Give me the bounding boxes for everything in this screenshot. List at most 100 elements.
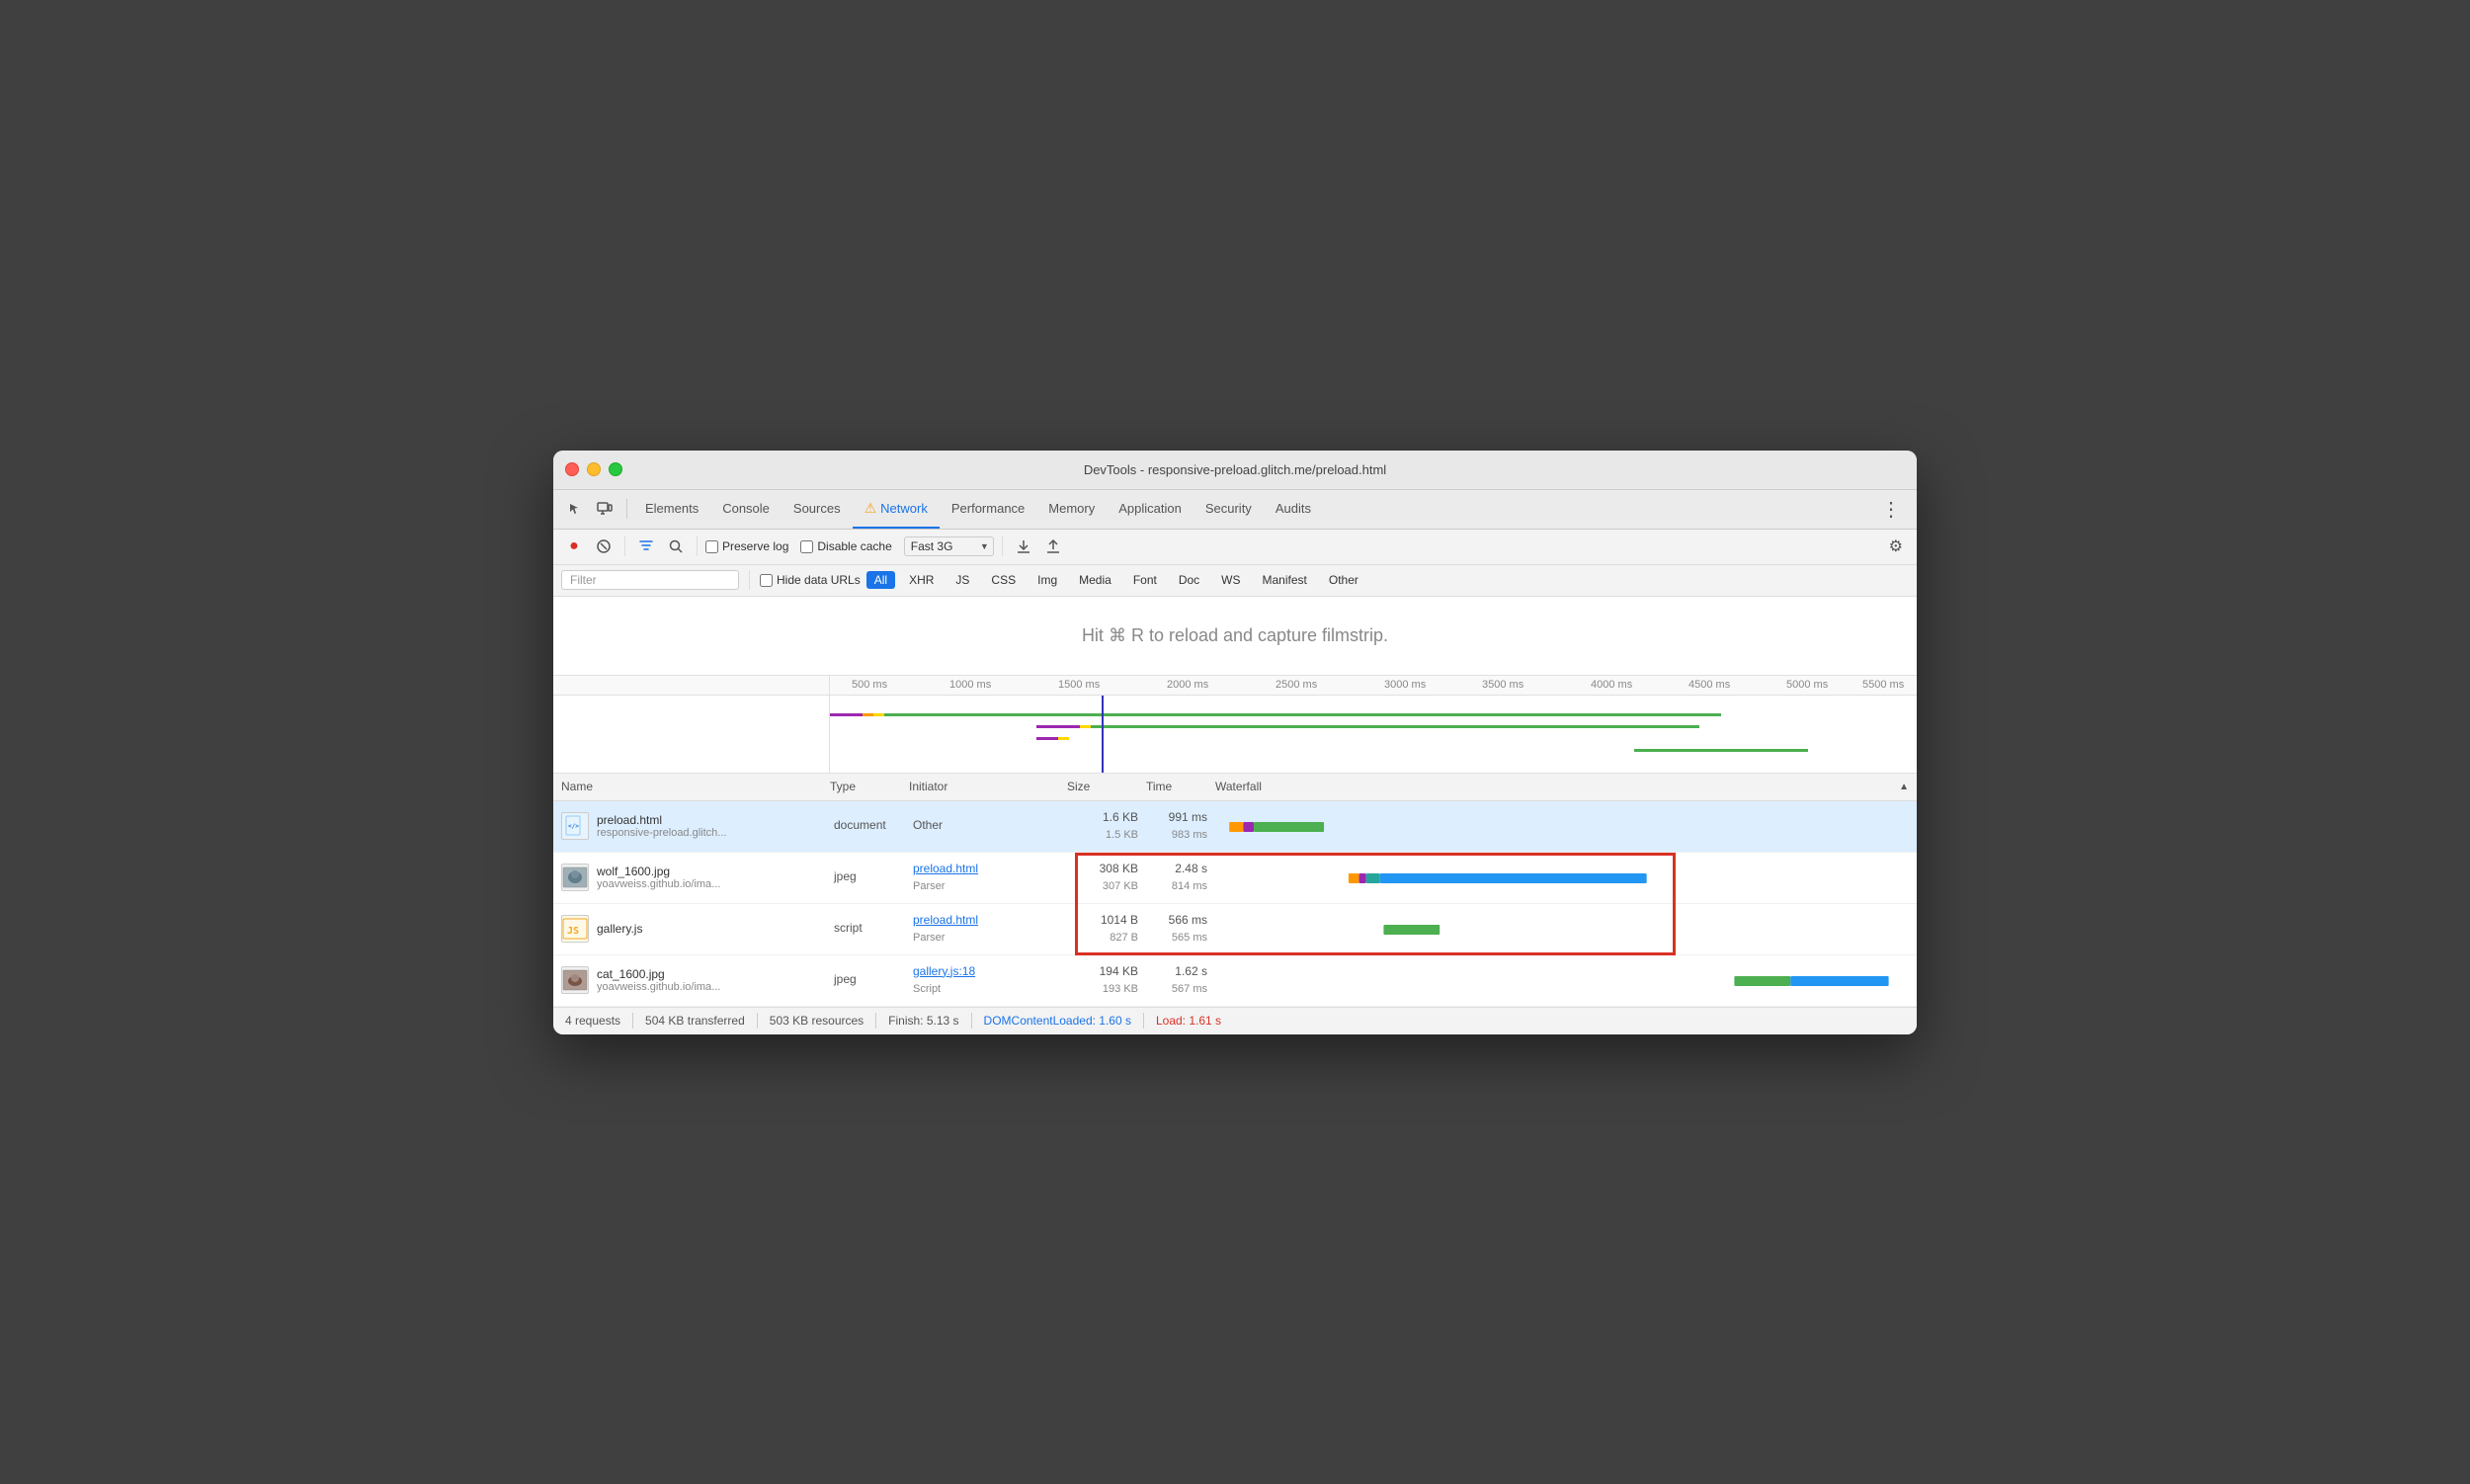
row-size: 1014 B 827 B <box>1067 904 1146 954</box>
cursor-icon[interactable] <box>561 495 589 523</box>
filter-bar: Hide data URLs All XHR JS CSS Img Media … <box>553 565 1917 597</box>
filter-icon[interactable] <box>633 534 659 559</box>
row-filename: wolf_1600.jpg <box>597 865 720 878</box>
record-button[interactable]: ● <box>561 534 587 559</box>
table-row[interactable]: cat_1600.jpg yoavweiss.github.io/ima... … <box>553 955 1917 1007</box>
row-time: 566 ms 565 ms <box>1146 904 1215 954</box>
table-row[interactable]: wolf_1600.jpg yoavweiss.github.io/ima...… <box>553 853 1917 904</box>
filter-font-button[interactable]: Font <box>1125 571 1165 589</box>
row-waterfall <box>1215 801 1917 852</box>
tab-memory[interactable]: Memory <box>1036 489 1107 529</box>
row-time: 1.62 s 567 ms <box>1146 955 1215 1006</box>
status-resources: 503 KB resources <box>770 1014 864 1028</box>
filmstrip-hint-text: Hit ⌘ R to reload and capture filmstrip. <box>1082 625 1388 646</box>
table-row[interactable]: JS gallery.js script preload.html Parser… <box>553 904 1917 955</box>
export-button[interactable] <box>1040 534 1066 559</box>
row-type: document <box>830 801 909 852</box>
tab-network[interactable]: ⚠ Network <box>853 489 940 529</box>
tab-divider <box>626 499 627 519</box>
maximize-button[interactable] <box>609 462 622 476</box>
network-table: Name Type Initiator Size Time Waterfall … <box>553 774 1917 1007</box>
col-header-type[interactable]: Type <box>830 780 909 793</box>
file-icon-img <box>561 864 589 891</box>
ruler-mark-2000: 2000 ms <box>1167 679 1208 691</box>
table-row[interactable]: </> preload.html responsive-preload.glit… <box>553 801 1917 853</box>
filter-css-button[interactable]: CSS <box>983 571 1024 589</box>
row-waterfall <box>1215 853 1917 903</box>
filter-js-button[interactable]: JS <box>947 571 977 589</box>
svg-text:</>: </> <box>568 823 579 830</box>
status-dom-loaded: DOMContentLoaded: 1.60 s <box>984 1014 1131 1028</box>
row-type: jpeg <box>830 955 909 1006</box>
col-header-size[interactable]: Size <box>1067 780 1146 793</box>
col-header-time[interactable]: Time <box>1146 780 1215 793</box>
throttle-select[interactable]: Fast 3G No throttling Slow 3G Offline <box>904 536 994 556</box>
row-url: yoavweiss.github.io/ima... <box>597 878 720 890</box>
col-header-name[interactable]: Name <box>553 780 830 793</box>
timeline-graph <box>553 696 1917 773</box>
filter-xhr-button[interactable]: XHR <box>901 571 942 589</box>
svg-text:JS: JS <box>567 926 579 937</box>
ruler-mark-3000: 3000 ms <box>1384 679 1426 691</box>
device-icon[interactable] <box>591 495 618 523</box>
row-url: responsive-preload.glitch... <box>597 827 726 839</box>
row-initiator: preload.html Parser <box>909 904 1067 954</box>
row-waterfall <box>1215 904 1917 954</box>
tab-application[interactable]: Application <box>1107 489 1194 529</box>
ruler-mark-1500: 1500 ms <box>1058 679 1100 691</box>
tab-performance[interactable]: Performance <box>940 489 1036 529</box>
hide-data-urls-checkbox[interactable] <box>760 574 773 587</box>
file-icon-cat <box>561 966 589 994</box>
filter-input[interactable] <box>561 570 739 590</box>
sort-arrow-icon: ▲ <box>1899 782 1909 792</box>
tab-sources[interactable]: Sources <box>782 489 853 529</box>
row-size: 1.6 KB 1.5 KB <box>1067 801 1146 852</box>
search-button[interactable] <box>663 534 689 559</box>
disable-cache-checkbox[interactable] <box>800 540 813 553</box>
more-tabs-button[interactable]: ⋮ <box>1873 497 1909 522</box>
row-initiator: preload.html Parser <box>909 853 1067 903</box>
tab-elements[interactable]: Elements <box>633 489 710 529</box>
status-finish: Finish: 5.13 s <box>888 1014 958 1028</box>
hide-data-urls-label[interactable]: Hide data URLs <box>760 573 861 587</box>
ruler-mark-5500: 5500 ms <box>1862 679 1904 691</box>
filter-all-button[interactable]: All <box>866 571 895 589</box>
table-header: Name Type Initiator Size Time Waterfall … <box>553 774 1917 801</box>
tab-console[interactable]: Console <box>710 489 782 529</box>
network-toolbar: ● Preserve log Disable cache <box>553 530 1917 565</box>
filter-other-button[interactable]: Other <box>1321 571 1366 589</box>
status-load: Load: 1.61 s <box>1156 1014 1221 1028</box>
ruler-mark-5000: 5000 ms <box>1786 679 1828 691</box>
devtools-tabs-bar: Elements Console Sources ⚠ Network Perfo… <box>553 490 1917 530</box>
timeline-ruler: 500 ms 1000 ms 1500 ms 2000 ms 2500 ms 3… <box>830 676 1917 695</box>
row-size: 194 KB 193 KB <box>1067 955 1146 1006</box>
status-requests: 4 requests <box>565 1014 620 1028</box>
preserve-log-label[interactable]: Preserve log <box>705 539 788 553</box>
col-header-waterfall[interactable]: Waterfall ▲ <box>1215 780 1917 793</box>
minimize-button[interactable] <box>587 462 601 476</box>
close-button[interactable] <box>565 462 579 476</box>
row-initiator: Other <box>909 801 1067 852</box>
filter-ws-button[interactable]: WS <box>1213 571 1248 589</box>
clear-button[interactable] <box>591 534 617 559</box>
row-waterfall <box>1215 955 1917 1006</box>
filter-manifest-button[interactable]: Manifest <box>1255 571 1315 589</box>
settings-icon[interactable]: ⚙ <box>1883 536 1909 556</box>
filter-img-button[interactable]: Img <box>1029 571 1065 589</box>
row-url: yoavweiss.github.io/ima... <box>597 981 720 993</box>
row-initiator: gallery.js:18 Script <box>909 955 1067 1006</box>
ruler-mark-2500: 2500 ms <box>1276 679 1317 691</box>
disable-cache-label[interactable]: Disable cache <box>800 539 891 553</box>
filter-doc-button[interactable]: Doc <box>1171 571 1207 589</box>
row-type: script <box>830 904 909 954</box>
filmstrip-area: Hit ⌘ R to reload and capture filmstrip. <box>553 597 1917 676</box>
tab-audits[interactable]: Audits <box>1264 489 1323 529</box>
preserve-log-checkbox[interactable] <box>705 540 718 553</box>
import-button[interactable] <box>1011 534 1036 559</box>
warn-icon: ⚠ <box>864 500 877 517</box>
row-filename: gallery.js <box>597 922 642 936</box>
filter-media-button[interactable]: Media <box>1071 571 1119 589</box>
file-icon-html: </> <box>561 812 589 840</box>
tab-security[interactable]: Security <box>1194 489 1264 529</box>
col-header-initiator[interactable]: Initiator <box>909 780 1067 793</box>
